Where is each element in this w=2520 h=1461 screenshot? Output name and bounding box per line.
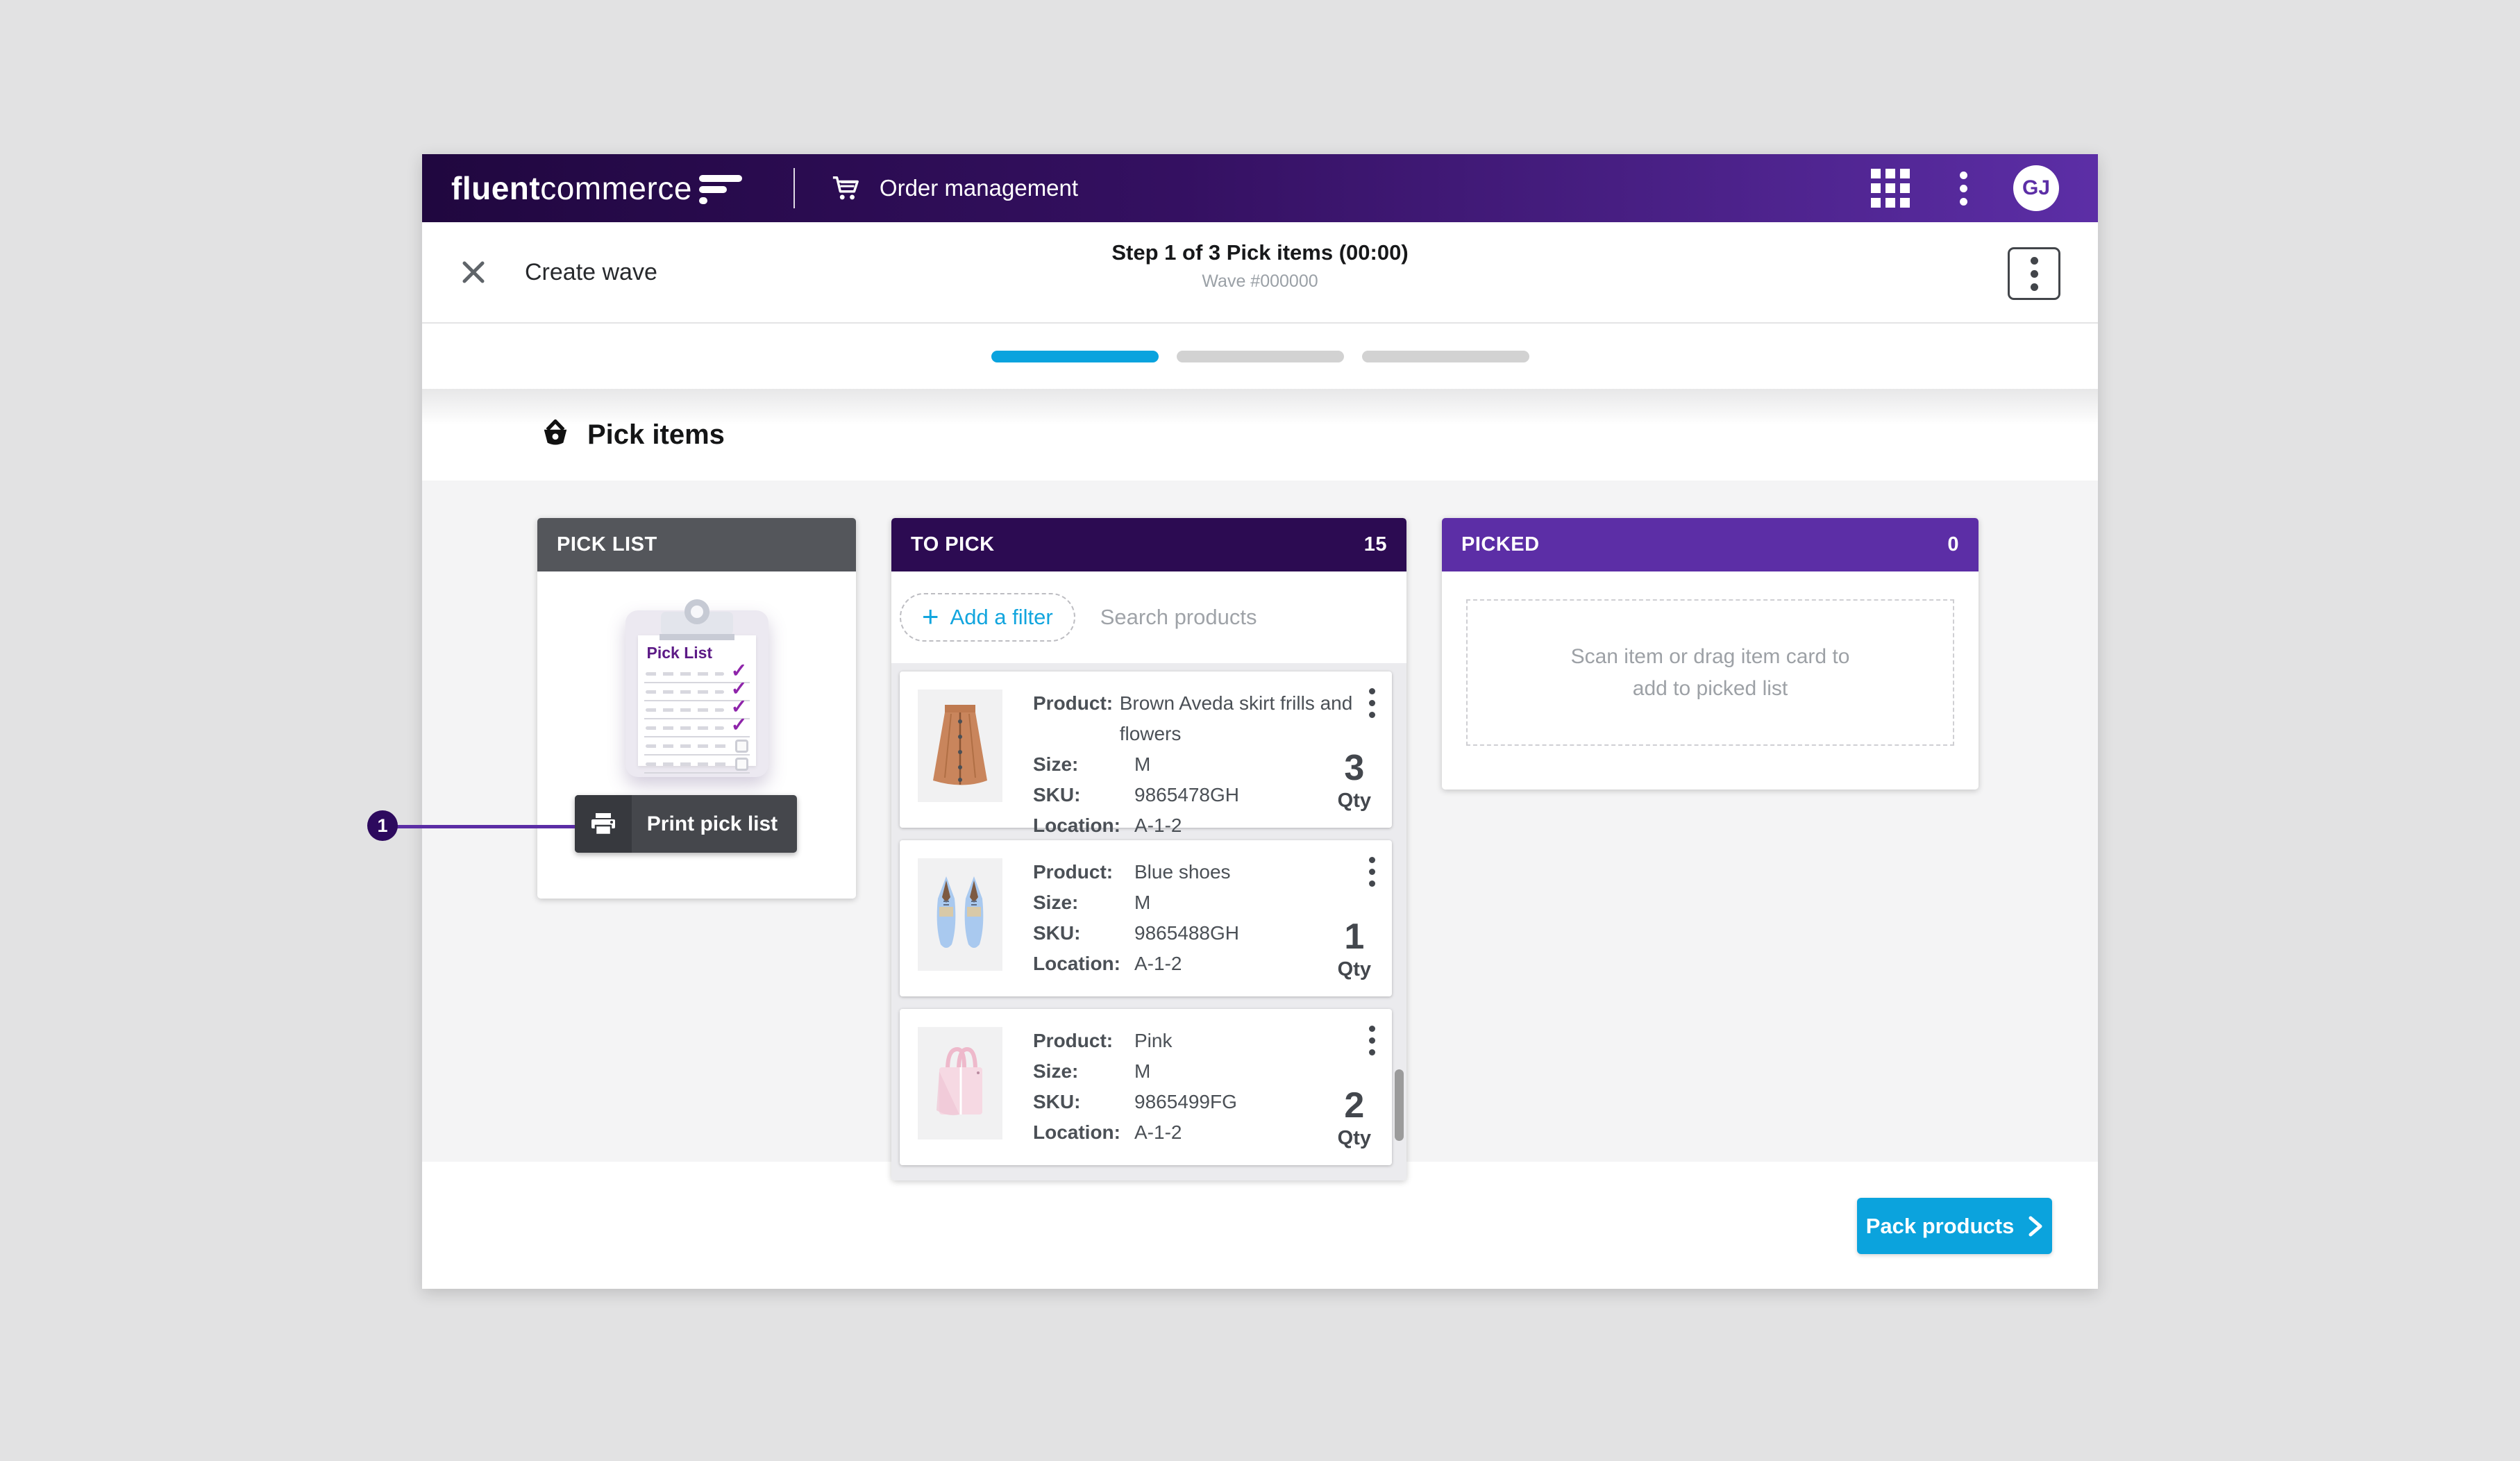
annotation-connector-line	[396, 825, 575, 828]
to-pick-count-badge: 15	[1364, 533, 1387, 556]
scrollbar-thumb[interactable]	[1395, 1069, 1404, 1141]
pick-list-illustration: Pick List ✓ ✓ ✓ ✓	[625, 599, 768, 780]
print-pick-list-button[interactable]: Print pick list	[575, 795, 797, 853]
product-name: Brown Aveda skirt frills and flowers	[1120, 688, 1374, 749]
product-size: M	[1134, 887, 1150, 918]
picked-panel-title: PICKED	[1461, 533, 1540, 556]
content-area: PICK LIST Pick List ✓ ✓ ✓ ✓	[422, 481, 2098, 1162]
brand-logo: fluentcommerce	[451, 169, 748, 207]
pack-products-button[interactable]: Pack products	[1857, 1198, 2052, 1254]
to-pick-list: Product:Brown Aveda skirt frills and flo…	[891, 663, 1406, 1180]
header-overflow-menu-icon[interactable]	[1960, 172, 1967, 206]
product-image-shoes	[918, 858, 1002, 971]
add-filter-label: Add a filter	[950, 605, 1053, 630]
footer-bar: Pack products	[422, 1162, 2098, 1289]
step-title: Step 1 of 3 Pick items (00:00)	[1111, 240, 1408, 265]
quantity-block: 3 Qty	[1338, 751, 1371, 812]
picked-count-badge: 0	[1947, 533, 1959, 556]
top-navigation-bar: fluentcommerce Order management GJ	[422, 154, 2098, 222]
picked-panel: PICKED 0 Scan item or drag item card to …	[1442, 518, 1979, 790]
product-location: A-1-2	[1134, 810, 1182, 841]
pack-products-label: Pack products	[1866, 1214, 2015, 1239]
item-menu-icon[interactable]	[1369, 1026, 1375, 1055]
print-pick-list-label: Print pick list	[632, 812, 797, 836]
product-fields: Product:Brown Aveda skirt frills and flo…	[1033, 688, 1374, 841]
dropzone-text-line2: add to picked list	[1571, 673, 1850, 705]
to-pick-panel-header: TO PICK 15	[891, 518, 1406, 571]
quantity-value: 3	[1338, 751, 1371, 785]
section-heading-row: Pick items	[422, 389, 2098, 481]
product-sku: 9865478GH	[1134, 780, 1239, 810]
avatar[interactable]: GJ	[2013, 165, 2059, 211]
brand-logo-bold: fluent	[451, 169, 540, 207]
pick-list-panel-title: PICK LIST	[557, 533, 657, 556]
product-size: M	[1134, 749, 1150, 780]
progress-step-2	[1177, 351, 1344, 362]
pick-list-panel-header: PICK LIST	[537, 518, 856, 571]
to-pick-item-card[interactable]: Product:Blue shoes Size:M SKU:9865488GH …	[900, 840, 1392, 996]
step-indicator: Step 1 of 3 Pick items (00:00) Wave #000…	[1111, 240, 1408, 292]
progress-step-3	[1362, 351, 1529, 362]
product-fields: Product:Pink Size:M SKU:9865499FG Locati…	[1033, 1026, 1374, 1148]
product-sku: 9865499FG	[1134, 1087, 1237, 1117]
picked-dropzone[interactable]: Scan item or drag item card to add to pi…	[1466, 599, 1954, 746]
annotation-badge: 1	[367, 810, 398, 841]
product-name: Pink	[1134, 1026, 1172, 1056]
plus-icon: +	[922, 606, 939, 627]
page-title: Create wave	[525, 259, 657, 286]
to-pick-panel-title: TO PICK	[911, 533, 995, 556]
close-icon[interactable]	[461, 260, 486, 285]
section-title: Pick items	[587, 419, 725, 451]
wizard-toolbar: Create wave Step 1 of 3 Pick items (00:0…	[422, 222, 2098, 324]
product-image-skirt	[918, 690, 1002, 802]
brand-mark-icon	[699, 172, 748, 204]
quantity-value: 2	[1338, 1088, 1371, 1123]
brand-logo-light: commerce	[540, 169, 692, 207]
item-menu-icon[interactable]	[1369, 688, 1375, 718]
printer-icon	[575, 795, 632, 853]
product-size: M	[1134, 1056, 1150, 1087]
to-pick-item-card[interactable]: Product:Pink Size:M SKU:9865499FG Locati…	[900, 1009, 1392, 1165]
pick-list-panel: PICK LIST Pick List ✓ ✓ ✓ ✓	[537, 518, 856, 899]
apps-grid-icon[interactable]	[1871, 169, 1910, 208]
search-products-input[interactable]	[1100, 605, 1329, 630]
app-window: fluentcommerce Order management GJ Creat…	[422, 154, 2098, 1289]
add-filter-button[interactable]: + Add a filter	[900, 593, 1075, 642]
wizard-menu-button[interactable]	[2008, 247, 2060, 300]
to-pick-panel: TO PICK 15 + Add a filter	[891, 518, 1406, 1180]
picked-panel-header: PICKED 0	[1442, 518, 1979, 571]
filter-row: + Add a filter	[891, 571, 1406, 663]
dropzone-text-line1: Scan item or drag item card to	[1571, 641, 1850, 673]
wave-number: Wave #000000	[1111, 272, 1408, 292]
quantity-block: 1 Qty	[1338, 919, 1371, 981]
item-menu-icon[interactable]	[1369, 857, 1375, 887]
cart-icon	[831, 174, 860, 202]
app-label: Order management	[880, 175, 1078, 201]
quantity-block: 2 Qty	[1338, 1088, 1371, 1150]
product-image-bag	[918, 1027, 1002, 1139]
wizard-progress	[422, 324, 2098, 389]
product-sku: 9865488GH	[1134, 918, 1239, 949]
quantity-value: 1	[1338, 919, 1371, 954]
header-divider	[793, 168, 795, 208]
basket-icon	[540, 419, 571, 451]
product-location: A-1-2	[1134, 1117, 1182, 1148]
to-pick-item-card[interactable]: Product:Brown Aveda skirt frills and flo…	[900, 671, 1392, 828]
chevron-right-icon	[2028, 1216, 2043, 1237]
progress-step-1	[991, 351, 1159, 362]
product-name: Blue shoes	[1134, 857, 1231, 887]
product-fields: Product:Blue shoes Size:M SKU:9865488GH …	[1033, 857, 1374, 979]
product-location: A-1-2	[1134, 949, 1182, 979]
